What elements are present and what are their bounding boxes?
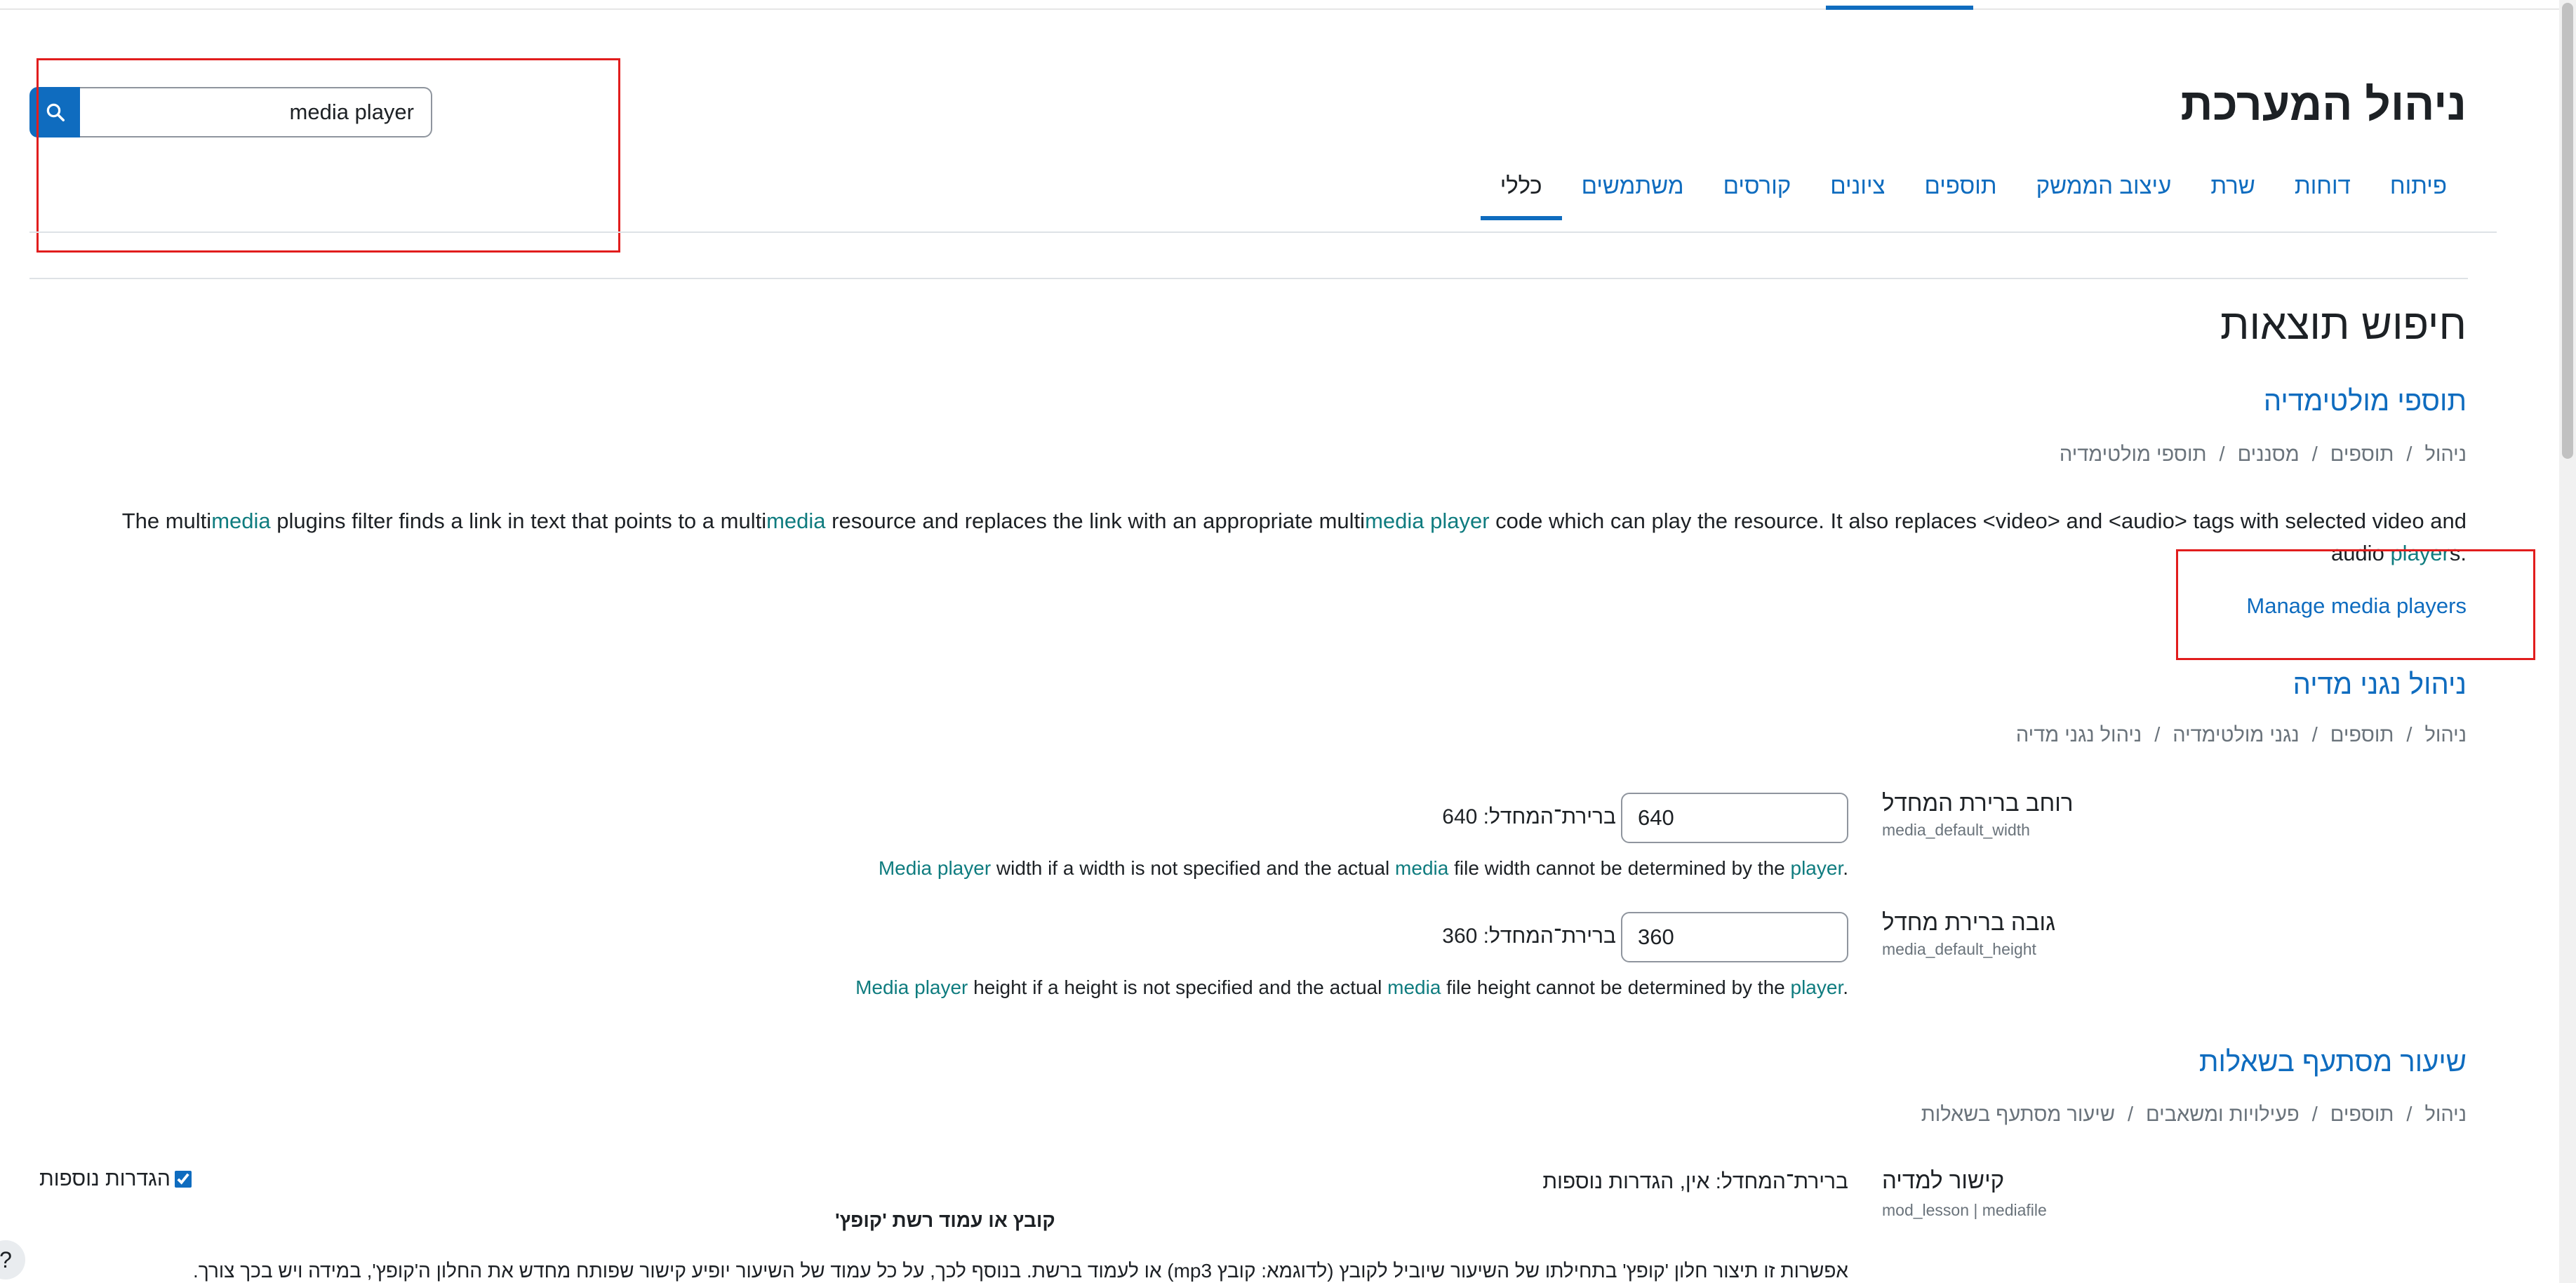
default-height-input[interactable] xyxy=(1621,912,1848,962)
breadcrumb-item[interactable]: תוספים xyxy=(2330,443,2394,466)
tab-general[interactable]: כללי xyxy=(1480,161,1562,220)
desc-text: file height cannot be determined by the xyxy=(1441,976,1791,998)
advanced-settings-checkbox[interactable] xyxy=(174,1171,192,1188)
tab-plugins[interactable]: תוספים xyxy=(1905,161,2017,220)
search-highlight: media xyxy=(1387,976,1441,998)
default-value-text: ברירת־המחדל: 640 xyxy=(1442,805,1616,828)
breadcrumb-item[interactable]: נגני מולטימדיה xyxy=(2173,724,2299,747)
search-highlight: player xyxy=(1790,976,1843,998)
tab-courses[interactable]: קורסים xyxy=(1704,161,1811,220)
advanced-settings-label: הגדרות נוספות xyxy=(39,1167,171,1190)
default-width-input[interactable] xyxy=(1621,793,1848,843)
tabs-divider xyxy=(29,231,2497,233)
breadcrumb-separator: / xyxy=(2311,443,2318,466)
breadcrumb-item[interactable]: תוספים xyxy=(2330,724,2394,747)
setting-label: קישור למדיה xyxy=(1882,1167,2005,1193)
breadcrumb-item[interactable]: ניהול נגני מדיה xyxy=(2016,724,2142,747)
tab-reports[interactable]: דוחות xyxy=(2275,161,2370,220)
breadcrumb: ניהול / תוספים / פעילויות ומשאבים / שיעור מ… xyxy=(1921,1103,2467,1127)
setting-description: אפשרות זו תיצור חלון 'קופץ' בתחילתו של ה… xyxy=(193,1260,1848,1282)
scrollbar-thumb[interactable] xyxy=(2562,3,2573,459)
setting-key: media_default_width xyxy=(1882,821,2030,839)
breadcrumb-separator: / xyxy=(2406,1103,2413,1126)
search-highlight: media xyxy=(211,509,271,533)
tab-server[interactable]: שרת xyxy=(2191,161,2275,220)
setting-label: רוחב ברירת המחדל xyxy=(1882,790,2074,816)
desc-text: . xyxy=(1843,976,1848,998)
breadcrumb-item[interactable]: ניהול xyxy=(2424,443,2467,466)
default-value-text: ברירת־המחדל: אין, הגדרות נוספות xyxy=(1542,1170,1848,1193)
setting-key: media_default_height xyxy=(1882,940,2036,958)
desc-text: The multi xyxy=(121,509,212,533)
breadcrumb-separator: / xyxy=(2127,1103,2134,1126)
desc-text: resource and replaces the link with an a… xyxy=(825,509,1366,533)
breadcrumb-item[interactable]: שיעור מסתעף בשאלות xyxy=(1921,1103,2115,1127)
breadcrumb-item[interactable]: תוספי מולטימדיה xyxy=(2060,443,2207,466)
top-nav-active-indicator xyxy=(1826,6,1973,10)
search-highlight: Media player xyxy=(855,976,968,998)
breadcrumb-separator: / xyxy=(2311,1103,2318,1126)
search-results-heading: חיפוש תוצאות xyxy=(2220,301,2467,348)
setting-label: גובה ברירת מחדל xyxy=(1882,909,2056,935)
search-highlight: media xyxy=(766,509,826,533)
breadcrumb-item[interactable]: תוספים xyxy=(2330,1103,2394,1127)
breadcrumb-separator: / xyxy=(2219,443,2225,466)
desc-text: file width cannot be determined by the xyxy=(1448,857,1791,879)
section-manage-media-players-title[interactable]: ניהול נגני מדיה xyxy=(2293,669,2467,701)
section-multimedia-plugins-title[interactable]: תוספי מולטימדיה xyxy=(2264,386,2467,417)
search-highlight: player xyxy=(1790,857,1843,879)
sub-setting-label: קובץ או עמוד רשת 'קופץ' xyxy=(835,1209,1055,1231)
search-highlight: media xyxy=(1395,857,1449,879)
default-value-text: ברירת־המחדל: 360 xyxy=(1442,925,1616,948)
content-divider xyxy=(29,278,2468,279)
advanced-settings-toggle: הגדרות נוספות xyxy=(39,1167,192,1191)
breadcrumb: ניהול / תוספים / נגני מולטימדיה / ניהול נגנ… xyxy=(2016,724,2467,747)
breadcrumb-separator: / xyxy=(2406,724,2413,746)
tab-grades[interactable]: ציונים xyxy=(1810,161,1904,220)
page-title: ניהול המערכת xyxy=(2180,79,2467,130)
search-highlight: media player xyxy=(1365,509,1490,533)
highlight-box-manage-link xyxy=(2176,549,2535,660)
setting-description: Media player height if a height is not s… xyxy=(855,976,1848,999)
breadcrumb-item[interactable]: פעילויות ומשאבים xyxy=(2146,1103,2300,1127)
desc-text: . xyxy=(1843,857,1848,879)
tab-users[interactable]: משתמשים xyxy=(1562,161,1704,220)
setting-description: Media player width if a width is not spe… xyxy=(879,857,1848,880)
setting-key: mod_lesson | mediafile xyxy=(1882,1201,2047,1219)
search-highlight: Media player xyxy=(878,857,992,879)
breadcrumb-separator: / xyxy=(2311,724,2318,746)
desc-text: plugins filter finds a link in text that… xyxy=(270,509,767,533)
breadcrumb-separator: / xyxy=(2154,724,2161,746)
help-button[interactable]: ? xyxy=(0,1240,25,1279)
breadcrumb-item[interactable]: מסננים xyxy=(2238,443,2300,466)
section-lesson-title[interactable]: שיעור מסתעף בשאלות xyxy=(2199,1047,2467,1078)
desc-text: height if a height is not specified and … xyxy=(968,976,1388,998)
desc-text: width if a width is not specified and th… xyxy=(991,857,1396,879)
breadcrumb-separator: / xyxy=(2406,443,2413,466)
highlight-box-search xyxy=(36,58,620,253)
tab-appearance[interactable]: עיצוב הממשק xyxy=(2017,161,2191,220)
top-divider xyxy=(0,8,2568,10)
breadcrumb: ניהול / תוספים / מסננים / תוספי מולטימדיה xyxy=(2060,443,2467,466)
section-description: The multimedia plugins filter finds a li… xyxy=(81,505,2467,570)
admin-tabs: כללי משתמשים קורסים ציונים תוספים עיצוב … xyxy=(1480,161,2467,220)
tab-development[interactable]: פיתוח xyxy=(2370,161,2467,220)
breadcrumb-item[interactable]: ניהול xyxy=(2424,724,2467,747)
page-scrollbar[interactable] xyxy=(2559,0,2576,1283)
breadcrumb-item[interactable]: ניהול xyxy=(2424,1103,2467,1127)
